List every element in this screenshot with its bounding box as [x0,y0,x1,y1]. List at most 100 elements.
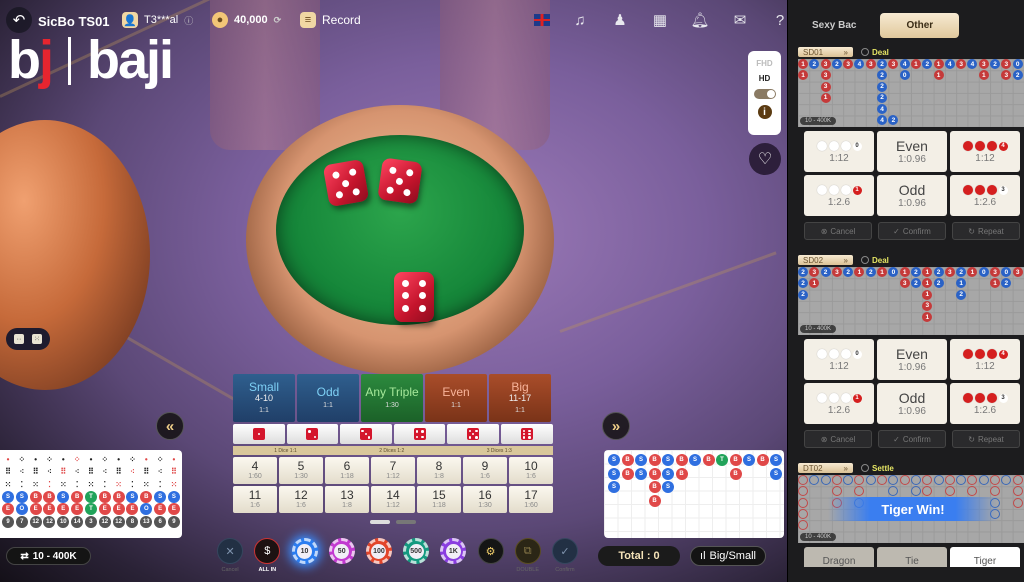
road-type-button[interactable]: ıl Big/Small [690,546,766,566]
next-page-button[interactable]: » [602,412,630,440]
bet-option[interactable]: Even 1:0.96 [877,131,947,172]
sum-bet-7[interactable]: 7 1:12 [371,457,415,484]
video-toggle[interactable] [753,89,776,99]
sum-bet-13[interactable]: 13 1:8 [325,486,369,513]
info-icon[interactable]: ⓘ [184,14,193,27]
refresh-icon[interactable]: ⟳ [274,15,282,26]
sum-bet-14[interactable]: 14 1:12 [371,486,415,513]
bet-option-badge: 1 [852,393,862,403]
tab-other[interactable]: Other [880,12,960,38]
chip-slot-double[interactable]: ⧉ DOUBLE [513,538,543,573]
double-button[interactable]: ⧉ [514,538,541,564]
chip-500[interactable]: 500 [403,538,430,564]
record-button[interactable]: ≡ Record [300,12,361,28]
quality-option-hd[interactable]: HD [759,74,771,83]
chip-slot-chip-100[interactable]: 100 [364,538,394,567]
sum-bet-11[interactable]: 11 1:6 [233,486,277,513]
table-road[interactable]: 1 1 2 3 3 3 1 2 3 4 3 2 2 2 2 4 4 3 2 4 0 1 2 1 1 4 3 4 3 1 2 3 3 0 2 10 - … [798,59,1024,127]
flag-uk-icon[interactable] [534,14,550,26]
bet-option[interactable]: Odd 1:0.96 [877,383,947,424]
cancel-button[interactable]: ⊗ Cancel [804,430,872,448]
sum-bet-17[interactable]: 17 1:60 [509,486,553,513]
bet-tiger[interactable]: Tiger [950,547,1020,567]
mail-icon[interactable]: ✉ [730,10,750,30]
single-dice-bet-5[interactable] [447,424,499,444]
dealer-settings-icon[interactable]: ♟ [610,10,630,30]
favorite-button[interactable]: ♡ [749,143,781,175]
bet-tie[interactable]: Tie [877,547,947,567]
bet-option[interactable]: 3 1:2.6 [950,383,1020,424]
chip-slot-chip-50[interactable]: 50 [327,538,357,567]
confirm-button[interactable]: ✓ Confirm [878,430,946,448]
single-dice-bet-4[interactable] [393,424,446,444]
single-dice-bet-3[interactable] [340,424,392,444]
sum-bet-5[interactable]: 5 1:30 [279,457,323,484]
music-icon[interactable]: ♫ [570,10,590,30]
tab-sexy-bac[interactable]: Sexy Bac [798,13,870,38]
chip-10[interactable]: 10 [291,538,318,564]
chip-slot-settings[interactable]: ⚙ [475,538,505,567]
single-dice-bet-2[interactable] [286,424,339,444]
bet-option[interactable]: 0 1:12 [804,339,874,380]
all-in-button[interactable]: $ [254,538,281,564]
bet-option[interactable]: 1 1:2.6 [804,383,874,424]
road-bead: 2 [956,289,967,300]
bet-option[interactable]: 1 1:2.6 [804,175,874,216]
table-road[interactable]: 2 2 2 3 1 2 3 2 1 2 1 0 1 3 2 2 1 1 1 3 1 2 2 3 2 1 2 1 0 3 1 0 2 3 10 - 4… [798,267,1024,335]
info-icon[interactable]: i [757,105,772,119]
chip-slot-chip-500[interactable]: 500 [401,538,431,567]
road-cell [757,522,771,536]
sum-bet-10[interactable]: 10 1:6 [509,457,553,484]
sum-bet-9[interactable]: 9 1:6 [463,457,507,484]
bet-option[interactable]: 4 1:12 [950,131,1020,172]
bet-even[interactable]: Even 1:1 [425,374,487,422]
pager-dot[interactable] [370,520,390,524]
sum-bet-4[interactable]: 4 1:60 [233,457,277,484]
bet-small[interactable]: Small 4-10 1:1 [233,374,295,422]
quality-option-fhd[interactable]: FHD [756,59,772,68]
sum-bet-8[interactable]: 8 1:8 [417,457,461,484]
sum-bet-12[interactable]: 12 1:6 [279,486,323,513]
bet-any-triple[interactable]: Any Triple 1:30 [361,374,423,422]
bet-odd[interactable]: Odd 1:1 [297,374,359,422]
help-icon[interactable]: ? [770,10,787,30]
bet-limit[interactable]: ⇄ 10 - 400K [6,547,91,565]
chip-slot-chip-10[interactable]: 10 [289,538,319,567]
confirm-button[interactable]: ✓ [551,538,578,564]
chip-50[interactable]: 50 [328,538,355,564]
repeat-button[interactable]: ↻ Repeat [952,430,1020,448]
cancel-button[interactable]: ✕ [217,538,244,564]
single-dice-bet-1[interactable] [233,424,285,444]
chip-slot-cancel[interactable]: ✕ Cancel [215,538,245,573]
bet-option[interactable]: Even 1:0.96 [877,339,947,380]
sum-bet-15[interactable]: 15 1:18 [417,486,461,513]
cancel-button[interactable]: ⊗ Cancel [804,222,872,240]
chip-100[interactable]: 100 [365,538,392,564]
multi-table-icon[interactable]: ▦ [650,10,670,30]
sum-bet-6[interactable]: 6 1:18 [325,457,369,484]
table-tag[interactable]: DT02 » [798,463,853,473]
bet-option[interactable]: 4 1:12 [950,339,1020,380]
chat-toggle[interactable]: ·· ⁙ [6,328,50,350]
prev-page-button[interactable]: « [156,412,184,440]
table-tag[interactable]: SD01 » [798,47,853,57]
chip-slot-confirm[interactable]: ✓ Confirm [550,538,580,573]
table-road[interactable]: 10 - 400K Tiger Win! [798,475,1024,543]
table-tag[interactable]: SD02 » [798,255,853,265]
bet-option[interactable]: Odd 1:0.96 [877,175,947,216]
chip-1k[interactable]: 1K [440,538,467,564]
sum-bet-16[interactable]: 16 1:30 [463,486,507,513]
settings-button[interactable]: ⚙ [477,538,504,564]
bet-option[interactable]: 0 1:12 [804,131,874,172]
confirm-button[interactable]: ✓ Confirm [878,222,946,240]
notification-bell-icon[interactable]: 🔔︎ [690,10,710,30]
single-dice-bet-6[interactable] [500,424,553,444]
pager-dot[interactable] [396,520,416,524]
user-info[interactable]: 👤 T3***al ⓘ [122,12,193,28]
bet-dragon[interactable]: Dragon [804,547,874,567]
chip-slot-all-in[interactable]: $ ALL IN [252,538,282,573]
chip-slot-chip-1k[interactable]: 1K [438,538,468,567]
repeat-button[interactable]: ↻ Repeat [952,222,1020,240]
bet-big[interactable]: Big 11-17 1:1 [489,374,551,422]
bet-option[interactable]: 3 1:2.6 [950,175,1020,216]
